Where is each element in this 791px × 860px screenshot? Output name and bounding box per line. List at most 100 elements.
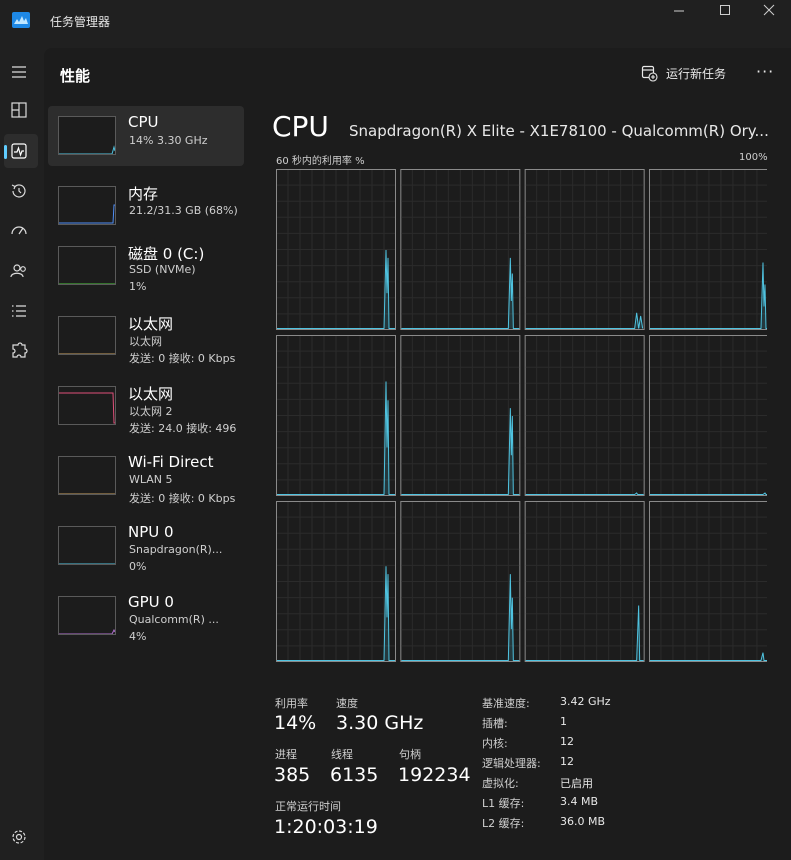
title-bar: 任务管理器 — [0, 0, 791, 44]
startup-apps-icon[interactable] — [8, 220, 30, 242]
sidebar-item-detail: Snapdragon(R)... — [129, 543, 223, 556]
sidebar-item-detail: SSD (NVMe) — [129, 263, 196, 276]
cpu-core-graph — [524, 169, 645, 330]
minimize-icon — [674, 10, 684, 12]
sidebar-item-detail: Qualcomm(R) ... — [129, 613, 219, 626]
maximize-icon — [720, 5, 730, 15]
speed-label: 速度 — [336, 697, 358, 710]
sidebar-thumbnail-graph — [58, 116, 116, 155]
users-icon[interactable] — [8, 260, 30, 282]
performance-icon[interactable] — [8, 140, 30, 162]
sidebar-item-subdetail: 发送: 0 接收: 0 Kbps — [129, 352, 236, 365]
run-task-icon — [641, 65, 658, 82]
threads-label: 线程 — [331, 748, 353, 761]
sidebar-item-subdetail: 发送: 24.0 接收: 496 — [129, 422, 237, 435]
thumbnail-line — [59, 204, 115, 224]
graph-left-label: 60 秒内的利用率 % — [276, 156, 365, 167]
sidebar-item-disk-0[interactable]: 磁盘 0 (C:) SSD (NVMe) 1% — [48, 236, 244, 296]
cpu-core-graph — [648, 335, 769, 496]
thumbnail-sparkline — [59, 353, 115, 354]
thumbnail-sparkline — [59, 392, 115, 424]
sidebar-item-title: Wi-Fi Direct — [128, 453, 214, 471]
sidebar-item-subdetail: 发送: 0 接收: 0 Kbps — [129, 492, 236, 505]
run-task-label: 运行新任务 — [666, 66, 727, 81]
close-icon — [763, 4, 775, 16]
handles-value: 192234 — [398, 764, 471, 786]
thumbnail-line — [59, 145, 115, 154]
spec-label: 虚拟化: — [482, 777, 519, 790]
cpu-core-graph — [400, 335, 521, 496]
processes-label: 进程 — [275, 748, 297, 761]
cpu-core-graphs-svg — [276, 169, 769, 662]
sidebar-item-ethernet-1[interactable]: 以太网 以太网 发送: 0 接收: 0 Kbps — [48, 306, 244, 366]
thumbnail-sparkline — [59, 563, 115, 564]
sidebar-item-title: 以太网 — [128, 385, 174, 403]
cpu-model-name: Snapdragon(R) X Elite - X1E78100 - Qualc… — [349, 122, 769, 140]
cpu-core-graph — [400, 169, 521, 330]
sidebar-item-detail: 14% 3.30 GHz — [129, 134, 208, 147]
sidebar-item-detail: 以太网 — [129, 335, 162, 348]
thumbnail-sparkline — [59, 283, 115, 284]
sidebar-thumbnail-graph — [58, 186, 116, 225]
spec-value: 3.4 MB — [560, 795, 599, 808]
cpu-core-graph — [648, 169, 769, 330]
threads-value: 6135 — [330, 764, 379, 786]
sidebar-item-detail: 21.2/31.3 GB (68%) — [129, 204, 238, 217]
spec-label: 内核: — [482, 737, 508, 750]
spec-label: 基准速度: — [482, 697, 530, 710]
spec-value: 36.0 MB — [560, 815, 606, 828]
sidebar-item-gpu-0[interactable]: GPU 0 Qualcomm(R) ... 4% — [48, 586, 244, 646]
sidebar-item-subdetail: 0% — [129, 560, 147, 573]
page-header: 性能 运行新任务 ··· — [44, 48, 791, 98]
thumbnail-sparkline — [59, 145, 115, 154]
cpu-core-graph — [648, 501, 769, 662]
window-title: 任务管理器 — [50, 15, 111, 29]
more-options-button[interactable]: ··· — [756, 62, 774, 81]
cpu-core-graph — [276, 169, 396, 330]
hamburger-menu-icon[interactable] — [8, 61, 30, 83]
thumbnail-line — [59, 628, 115, 634]
sidebar-item-title: CPU — [128, 113, 159, 131]
handles-label: 句柄 — [399, 748, 421, 761]
uptime-value: 1:20:03:19 — [274, 816, 378, 838]
graph-right-label: 100% — [739, 152, 768, 163]
cpu-core-graphs — [276, 169, 769, 664]
sidebar-item-memory[interactable]: 内存 21.2/31.3 GB (68%) — [48, 176, 244, 236]
close-button[interactable] — [745, 0, 791, 24]
details-icon[interactable] — [8, 300, 30, 322]
sidebar-item-subdetail: 4% — [129, 630, 147, 643]
sidebar-thumbnail-graph — [58, 456, 116, 495]
cpu-core-graph — [400, 501, 521, 662]
task-manager-app-icon — [12, 12, 30, 28]
sidebar-item-subdetail: 1% — [129, 280, 147, 293]
sidebar-thumbnail-graph — [58, 316, 116, 355]
page-title: 性能 — [60, 67, 91, 85]
sidebar-item-title: NPU 0 — [128, 523, 174, 541]
sidebar-item-title: 内存 — [128, 185, 159, 203]
uptime-label: 正常运行时间 — [275, 800, 341, 813]
app-history-icon[interactable] — [8, 180, 30, 202]
services-icon[interactable] — [8, 340, 30, 362]
spec-value: 12 — [560, 735, 574, 748]
sidebar-item-npu-0[interactable]: NPU 0 Snapdragon(R)... 0% — [48, 516, 244, 576]
spec-label: L2 缓存: — [482, 817, 525, 830]
spec-value: 12 — [560, 755, 574, 768]
maximize-button[interactable] — [702, 0, 748, 24]
processes-icon[interactable] — [8, 99, 30, 121]
sidebar-item-title: GPU 0 — [128, 593, 174, 611]
minimize-button[interactable] — [656, 0, 702, 24]
spec-value: 1 — [560, 715, 567, 728]
nav-selection-indicator — [4, 145, 7, 159]
cpu-title: CPU — [272, 110, 329, 143]
spec-label: L1 缓存: — [482, 797, 525, 810]
navigation-rail — [0, 44, 44, 860]
sidebar-thumbnail-graph — [58, 246, 116, 285]
sidebar-item-wifi-direct[interactable]: Wi-Fi Direct WLAN 5 发送: 0 接收: 0 Kbps — [48, 446, 244, 506]
sidebar-item-ethernet-2[interactable]: 以太网 以太网 2 发送: 24.0 接收: 496 — [48, 376, 244, 436]
utilization-label: 利用率 — [275, 697, 308, 710]
settings-icon[interactable] — [8, 826, 30, 848]
run-new-task-button[interactable]: 运行新任务 — [640, 62, 726, 84]
sidebar-item-cpu[interactable]: CPU 14% 3.30 GHz — [48, 106, 244, 166]
cpu-core-graph — [524, 335, 645, 496]
speed-value: 3.30 GHz — [336, 712, 424, 734]
